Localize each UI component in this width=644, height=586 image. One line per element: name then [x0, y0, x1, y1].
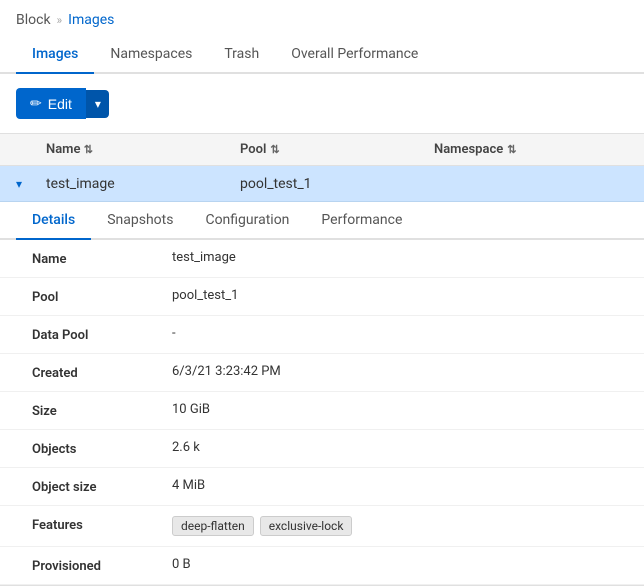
tab-details[interactable]: Details	[16, 202, 91, 240]
detail-row-pool: Pool pool_test_1	[0, 278, 644, 316]
edit-button[interactable]: ✏ Edit	[16, 88, 86, 119]
label-pool: Pool	[32, 288, 172, 305]
label-provisioned: Provisioned	[32, 557, 172, 574]
col-header-name[interactable]: Name ⇅	[46, 142, 240, 157]
detail-row-objects: Objects 2.6 k	[0, 430, 644, 468]
label-objects: Objects	[32, 440, 172, 457]
label-size: Size	[32, 402, 172, 419]
col-header-namespace[interactable]: Namespace ⇅	[434, 142, 628, 157]
detail-row-size: Size 10 GiB	[0, 392, 644, 430]
detail-row-data-pool: Data Pool -	[0, 316, 644, 354]
tab-configuration[interactable]: Configuration	[189, 202, 305, 240]
inner-tabs: Details Snapshots Configuration Performa…	[0, 202, 644, 240]
label-data-pool: Data Pool	[32, 326, 172, 343]
sort-icon-namespace: ⇅	[507, 143, 516, 156]
col-header-pool[interactable]: Pool ⇅	[240, 142, 434, 157]
tab-images[interactable]: Images	[16, 36, 94, 74]
toolbar: ✏ Edit ▾	[0, 74, 644, 133]
main-tabs: Images Namespaces Trash Overall Performa…	[0, 36, 644, 74]
breadcrumb: Block » Images	[0, 0, 644, 36]
row-expand-toggle[interactable]: ▾	[16, 177, 46, 191]
value-data-pool: -	[172, 326, 612, 341]
detail-row-provisioned: Provisioned 0 B	[0, 547, 644, 585]
label-object-size: Object size	[32, 478, 172, 495]
row-pool: pool_test_1	[240, 176, 434, 192]
value-name: test_image	[172, 250, 612, 265]
table-row[interactable]: ▾ test_image pool_test_1	[0, 166, 644, 202]
detail-row-object-size: Object size 4 MiB	[0, 468, 644, 506]
detail-row-features: Features deep-flatten exclusive-lock	[0, 506, 644, 547]
breadcrumb-root: Block	[16, 12, 51, 28]
edit-label: Edit	[48, 96, 72, 112]
value-features: deep-flatten exclusive-lock	[172, 516, 612, 536]
edit-icon: ✏	[30, 95, 42, 112]
tab-trash[interactable]: Trash	[208, 36, 275, 74]
chevron-down-icon: ▾	[95, 97, 101, 111]
sort-icon-pool: ⇅	[270, 143, 279, 156]
detail-row-name: Name test_image	[0, 240, 644, 278]
badge-exclusive-lock: exclusive-lock	[260, 516, 353, 536]
value-objects: 2.6 k	[172, 440, 612, 455]
label-name: Name	[32, 250, 172, 267]
value-created: 6/3/21 3:23:42 PM	[172, 364, 612, 379]
value-size: 10 GiB	[172, 402, 612, 417]
detail-fields: Name test_image Pool pool_test_1 Data Po…	[0, 240, 644, 585]
tab-namespaces[interactable]: Namespaces	[94, 36, 208, 74]
edit-btn-group: ✏ Edit ▾	[16, 88, 109, 119]
breadcrumb-separator: »	[57, 13, 63, 27]
edit-dropdown-button[interactable]: ▾	[86, 90, 109, 118]
value-object-size: 4 MiB	[172, 478, 612, 493]
value-provisioned: 0 B	[172, 557, 612, 572]
label-created: Created	[32, 364, 172, 381]
row-name: test_image	[46, 176, 240, 192]
table-header: Name ⇅ Pool ⇅ Namespace ⇅	[0, 133, 644, 166]
tab-snapshots[interactable]: Snapshots	[91, 202, 189, 240]
tab-overall-performance[interactable]: Overall Performance	[275, 36, 434, 74]
label-features: Features	[32, 516, 172, 533]
detail-panel: Details Snapshots Configuration Performa…	[0, 202, 644, 586]
breadcrumb-current: Images	[68, 12, 114, 28]
badge-deep-flatten: deep-flatten	[172, 516, 254, 536]
sort-icon-name: ⇅	[84, 143, 93, 156]
value-pool: pool_test_1	[172, 288, 612, 303]
tab-performance[interactable]: Performance	[305, 202, 418, 240]
detail-row-created: Created 6/3/21 3:23:42 PM	[0, 354, 644, 392]
